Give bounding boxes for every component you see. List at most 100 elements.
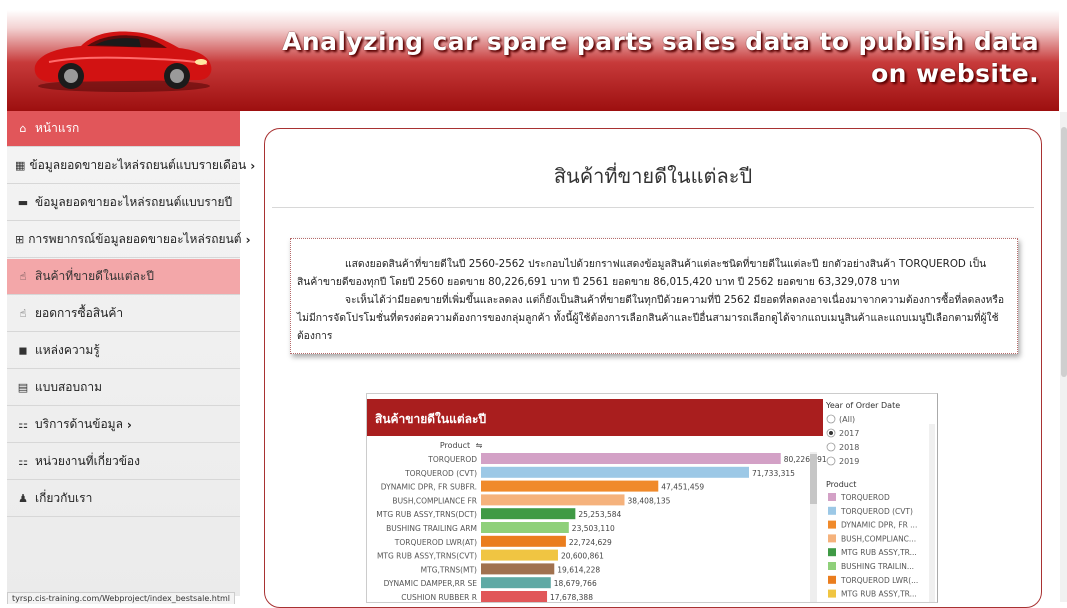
page-title: สินค้าที่ขายดีในแต่ละปี [553,164,753,188]
year-option-label: 2018 [839,443,859,452]
status-bar-url: tyrsp.cis-training.com/Webproject/index_… [7,592,236,604]
title-divider [272,207,1034,208]
bar [481,591,548,602]
sidebar-item-2[interactable]: ▬ ข้อมูลยอดขายอะไหล่รถยนต์แบบรายปี [7,185,240,221]
sidebar-item-4[interactable]: ☝ สินค้าที่ขายดีในแต่ละปี [7,259,240,295]
bar-category-label: BUSHING TRAILING ARM [386,524,477,533]
sidebar-item-3[interactable]: ⊞ การพยากรณ์ข้อมูลยอดขายอะไหล่รถยนต์ › [7,222,251,258]
bar-value-label: 23,503,110 [572,524,615,533]
sidebar-item-label: บริการด้านข้อมูล [35,417,123,431]
legend-swatch [828,548,836,557]
bar-category-label: TORQUEROD LWR(AT) [394,538,477,547]
sidebar-item-8[interactable]: ⚏ บริการด้านข้อมูล › [7,407,240,443]
calendar-icon: ▦ [15,159,26,172]
chevron-right-icon: › [126,417,132,432]
year-radio [826,414,836,424]
bar-value-label: 18,679,766 [554,579,597,588]
year-option-label: 2017 [839,429,859,438]
year-radio [826,456,836,466]
site-title: Analyzing car spare parts sales data to … [282,27,1039,88]
legend-item-label: MTG RUB ASSY,TR... [841,548,917,557]
user-icon: ♟ [18,492,28,505]
bar-value-label: 80,226,691 [784,455,827,464]
sidebar-item-10[interactable]: ♟ เกี่ยวกับเรา [7,481,240,517]
bar-value-label: 19,614,228 [557,565,600,574]
chart-title: สินค้าขายดีในแต่ละปี [375,411,486,426]
bar [481,535,566,547]
sidebar-item-1[interactable]: ▦ ข้อมูลยอดขายอะไหล่รถยนต์แบบรายเดือน › [7,148,255,184]
sidebar-item-7[interactable]: ▤ แบบสอบถาม [7,370,240,406]
year-radio [826,442,836,452]
bar [481,480,659,492]
legend-swatch [828,589,836,598]
legend-item-label: MTG RUB ASSY,TR... [841,590,917,599]
chevron-right-icon: › [245,232,251,247]
book-icon: ◼ [18,344,28,357]
sidebar-item-5[interactable]: ☝ ยอดการซื้อสินค้า [7,296,240,332]
year-radio-selected-dot [829,431,833,435]
chart-scroll-thumb [810,454,817,504]
description-box: แสดงยอดสินค้าที่ขายดีในปี 2560-2562 ประก… [290,238,1018,354]
sidebar-item-label: ข้อมูลยอดขายอะไหล่รถยนต์แบบรายเดือน [29,158,247,172]
legend-item-label: TORQUEROD LWR(... [840,576,918,585]
bar [481,508,576,520]
bar-value-label: 38,408,135 [627,496,670,505]
sidebar-item-9[interactable]: ⚏ หน่วยงานที่เกี่ยวข้อง [7,444,240,480]
page: Analyzing car spare parts sales data to … [0,0,1067,608]
bar-value-label: 22,724,629 [569,538,612,547]
sidebar-item-6[interactable]: ◼ แหล่งความรู้ [7,333,240,369]
bar-value-label: 47,451,459 [661,483,704,492]
description-paragraph-2: จะเห็นได้ว่ามียอดขายที่เพิ่มขึ้นและลดลง … [297,294,1005,342]
legend-item-label: TORQUEROD (CVT) [840,507,913,516]
bar-category-label: DYNAMIC DPR, FR SUBFR. [381,483,477,492]
file-icon: ▤ [17,381,29,394]
sidebar-item-label: แบบสอบถาม [35,380,103,394]
sitemap-icon: ⊞ [15,233,25,246]
sidebar-item-label: หน่วยงานที่เกี่ยวข้อง [35,454,140,468]
sidebar-item-label: แหล่งความรู้ [35,343,100,357]
sidebar-item-label: เกี่ยวกับเรา [35,491,93,505]
legend-swatch [828,493,836,501]
best-sellers-chart[interactable]: สินค้าขายดีในแต่ละปี Product ⇋ TORQUEROD 80,… [366,393,938,603]
sidebar-item-label: หน้าแรก [35,121,80,135]
bar-category-label: MTG,TRNS(MT) [421,565,477,574]
legend-swatch [828,506,836,515]
legend-scroll-track [929,424,935,602]
bar-category-label: TORQUEROD (CVT) [404,469,477,478]
description-paragraph-1: แสดงยอดสินค้าที่ขายดีในปี 2560-2562 ประก… [297,258,987,288]
page-scrollbar-thumb[interactable] [1061,127,1067,377]
bar-value-label: 17,678,388 [550,593,593,602]
sidebar-item-label: ข้อมูลยอดขายอะไหล่รถยนต์แบบรายปี [35,195,233,209]
legend-swatch [828,534,836,543]
bar [481,453,781,464]
bar [481,577,551,589]
bar-category-label: DYNAMIC DAMPER,RR SE [384,579,478,588]
bar-category-label: TORQUEROD [427,455,477,464]
bar-value-label: 25,253,584 [578,510,621,519]
sidebar-item-label: ยอดการซื้อสินค้า [35,306,124,320]
calendar-icon: ▬ [17,196,29,209]
sitemap-icon: ⚏ [18,418,28,431]
bar [481,522,569,533]
sidebar-item-0[interactable]: ⌂ หน้าแรก [7,111,240,147]
bar [481,549,558,561]
bar-value-label: 71,733,315 [752,469,795,478]
legend-item-label: BUSH,COMPLIANC... [841,534,916,543]
bar [481,494,625,506]
bar [481,563,555,575]
year-option-label: (All) [839,415,855,424]
bar [481,466,749,478]
legend-title: Product [826,480,856,489]
thumbs-up-icon: ☝ [19,270,27,283]
site-header: Analyzing car spare parts sales data to … [7,10,1059,111]
home-icon: ⌂ [19,122,27,135]
year-option-label: 2019 [839,457,859,466]
bar-value-label: 20,600,861 [561,552,604,561]
sort-icon: ⇋ [476,441,483,450]
chart-svg: สินค้าขายดีในแต่ละปี Product ⇋ TORQUEROD 80,… [367,399,935,602]
bar-category-label: CUSHION RUBBER R [401,593,477,602]
year-filter-title: Year of Order Date [825,401,900,410]
sitemap-icon: ⚏ [18,455,28,468]
legend-item-label: BUSHING TRAILIN... [841,562,914,571]
sidebar-nav: ⌂ หน้าแรก ▦ ข้อมูลยอดขายอะไหล่รถยนต์แบบรายเ… [7,111,255,596]
